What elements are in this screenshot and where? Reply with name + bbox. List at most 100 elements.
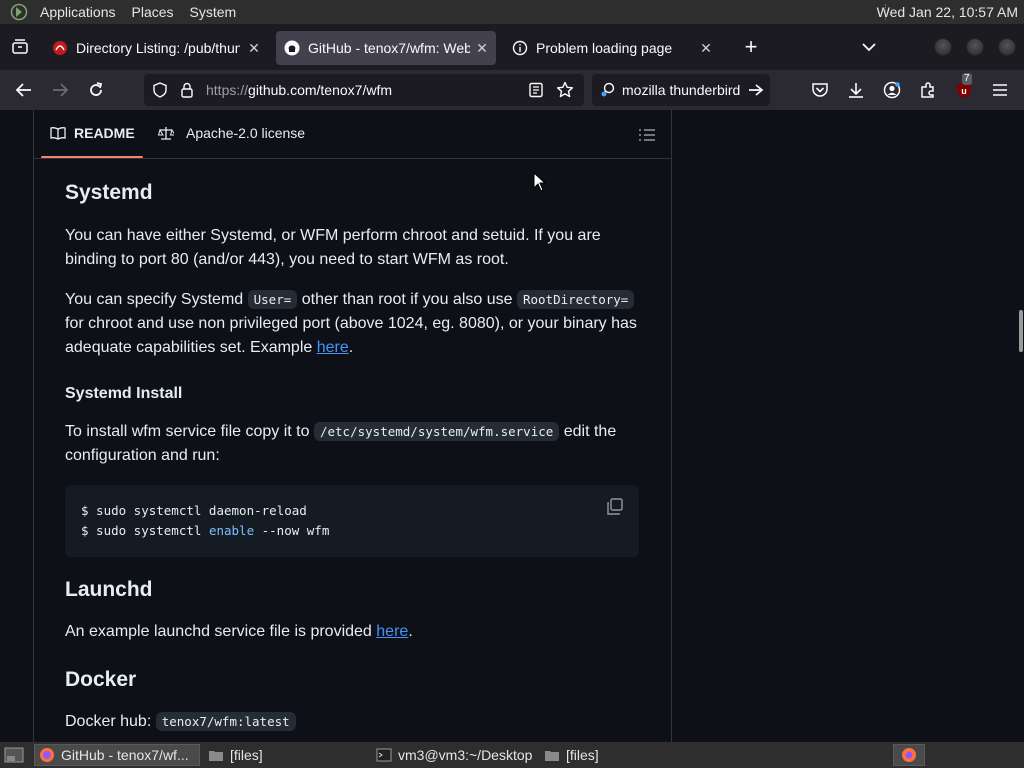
tab-title: Directory Listing: /pub/thun: [76, 40, 240, 56]
link-here[interactable]: here: [317, 339, 349, 356]
taskbar-label: [files]: [230, 747, 263, 763]
heading-systemd: Systemd: [65, 181, 639, 205]
top-panel: Applications Places System Wed Jan 22, 1…: [0, 0, 1024, 24]
link-here[interactable]: here: [376, 623, 408, 640]
paragraph-systemd-intro: You can have either Systemd, or WFM perf…: [65, 224, 639, 272]
reader-view-icon[interactable]: [528, 82, 544, 98]
tab-close-icon[interactable]: ✕: [474, 40, 490, 56]
taskbar-label: vm3@vm3:~/Desktop: [398, 747, 533, 763]
reload-icon[interactable]: [84, 78, 108, 102]
taskbar-item-terminal[interactable]: vm3@vm3:~/Desktop: [372, 744, 536, 766]
tab-title: GitHub - tenox7/wfm: Web: [308, 40, 470, 56]
paragraph-systemd-user: You can specify Systemd User= other than…: [65, 288, 639, 360]
scrollbar-thumb[interactable]: [1019, 310, 1023, 352]
taskbar-item-files-1[interactable]: [files]: [204, 744, 364, 766]
text: .: [348, 339, 354, 356]
tab-problem-loading[interactable]: Problem loading page ✕: [504, 31, 720, 65]
inline-code: tenox7/wfm:latest: [155, 712, 296, 731]
url-bar[interactable]: https://github.com/tenox7/wfm: [144, 74, 584, 106]
search-go-arrow-icon[interactable]: [748, 83, 764, 97]
tab-license[interactable]: Apache-2.0 license: [158, 125, 305, 141]
bottom-panel: GitHub - tenox7/wf... [files] vm3@vm3:~/…: [0, 742, 1024, 768]
tab-strip: Directory Listing: /pub/thun ✕ GitHub - …: [0, 24, 1024, 70]
taskbar-label: GitHub - tenox7/wf...: [61, 747, 189, 763]
account-icon[interactable]: [880, 78, 904, 102]
code-text[interactable]: $ sudo systemctl daemon-reload $ sudo sy…: [81, 501, 329, 541]
tab-close-icon[interactable]: ✕: [246, 40, 262, 56]
firefox-view-button[interactable]: [0, 24, 40, 70]
h3-text: Systemd Install: [65, 385, 183, 402]
downloads-icon[interactable]: [844, 78, 868, 102]
h2-text: Launchd: [65, 578, 153, 601]
clock[interactable]: Wed Jan 22, 10:57 AM: [877, 4, 1018, 20]
new-tab-plus-icon[interactable]: +: [736, 32, 766, 62]
inline-code: RootDirectory=: [516, 290, 635, 309]
text: .: [408, 623, 413, 640]
search-engine-icon: [601, 82, 615, 97]
paragraph-text: You can have either Systemd, or WFM perf…: [65, 227, 601, 268]
show-desktop-icon: [4, 747, 24, 763]
bookmark-star-icon[interactable]: [556, 81, 574, 99]
taskbar-item-firefox[interactable]: GitHub - tenox7/wf...: [34, 744, 200, 766]
h2-text: Systemd: [65, 181, 153, 204]
url-text[interactable]: https://github.com/tenox7/wfm: [206, 82, 392, 98]
code-line: --now wfm: [254, 523, 330, 538]
tab-github-wfm[interactable]: GitHub - tenox7/wfm: Web ✕: [276, 31, 496, 65]
extensions-puzzle-icon[interactable]: [916, 78, 940, 102]
search-bar[interactable]: mozilla thunderbird: [592, 74, 770, 106]
window-close-button[interactable]: [998, 38, 1016, 56]
folder-icon: [545, 751, 559, 761]
workspace-firefox-icon: [902, 748, 916, 762]
pocket-icon[interactable]: [808, 78, 832, 102]
text: You can specify Systemd: [65, 291, 244, 308]
readme-header: README Apache-2.0 license: [34, 110, 671, 159]
workspace-switcher[interactable]: [893, 744, 925, 766]
ublock-origin-icon[interactable]: u 7: [952, 73, 976, 102]
tab-readme[interactable]: README: [50, 125, 135, 141]
copy-icon[interactable]: [605, 497, 625, 517]
menu-applications[interactable]: Applications: [34, 4, 122, 20]
active-tab-underline: [41, 156, 143, 158]
heading-docker: Docker: [65, 668, 639, 692]
inline-code: /etc/systemd/system/wfm.service: [313, 422, 560, 441]
paragraph-launchd: An example launchd service file is provi…: [65, 620, 639, 644]
paragraph-docker: Docker hub: tenox7/wfm:latest: [65, 710, 639, 734]
text: other than root if you also use: [301, 291, 513, 308]
heading-launchd: Launchd: [65, 578, 639, 602]
text: To install wfm service file copy it to: [65, 423, 310, 440]
window-maximize-button[interactable]: [966, 38, 984, 56]
window-minimize-button[interactable]: [934, 38, 952, 56]
paragraph-install: To install wfm service file copy it to /…: [65, 420, 639, 468]
inline-code: User=: [247, 290, 298, 309]
hamburger-menu-icon[interactable]: [988, 78, 1012, 102]
info-icon: [512, 40, 528, 56]
github-favicon-icon: [284, 40, 300, 56]
tab-directory-listing[interactable]: Directory Listing: /pub/thun ✕: [44, 31, 268, 65]
mouse-pointer-icon: [533, 172, 547, 192]
taskbar-item-files-2[interactable]: [files]: [540, 744, 700, 766]
search-input[interactable]: mozilla thunderbird: [622, 82, 742, 98]
tab-title: Problem loading page: [536, 40, 673, 56]
forward-arrow-icon[interactable]: [48, 78, 72, 102]
taskbar-label: [files]: [566, 747, 599, 763]
list-all-tabs-chevron-down-icon[interactable]: [858, 36, 880, 58]
extension-badge: 7: [962, 73, 972, 85]
firefox-view-icon: [12, 39, 28, 54]
padlock-icon[interactable]: [180, 82, 194, 98]
menu-system[interactable]: System: [184, 4, 243, 20]
code-block[interactable]: $ sudo systemctl daemon-reload $ sudo sy…: [65, 485, 639, 557]
tracking-shield-icon[interactable]: [152, 82, 168, 98]
show-desktop-button[interactable]: [0, 744, 30, 766]
folder-icon: [209, 751, 223, 761]
h2-text: Docker: [65, 668, 137, 691]
menu-places[interactable]: Places: [126, 4, 180, 20]
law-scale-icon: [158, 127, 174, 140]
url-scheme: https://: [206, 82, 249, 98]
svg-text:u: u: [961, 86, 967, 96]
code-keyword: enable: [208, 523, 255, 538]
outline-list-icon[interactable]: [638, 126, 656, 144]
distro-logo-icon[interactable]: [8, 1, 30, 23]
page-content[interactable]: README Apache-2.0 license Systemd You ca…: [0, 110, 1024, 742]
tab-close-icon[interactable]: ✕: [698, 40, 714, 56]
back-arrow-icon[interactable]: [12, 78, 36, 102]
